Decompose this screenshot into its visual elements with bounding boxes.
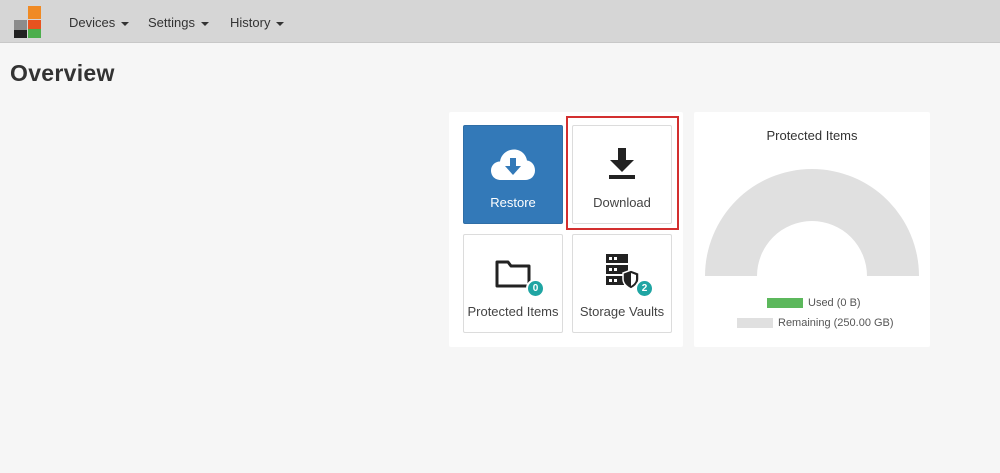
storage-vaults-button[interactable]: 2 Storage Vaults: [572, 234, 672, 333]
nav-devices-label: Devices: [69, 15, 116, 30]
storage-vaults-label: Storage Vaults: [579, 304, 665, 319]
caret-down-icon: [276, 21, 285, 26]
protected-items-label: Protected Items: [467, 304, 559, 319]
legend-used-label: Used (0 B): [808, 297, 861, 309]
download-arrow-icon: [609, 148, 635, 179]
legend-used-swatch: [767, 298, 803, 309]
nav-history-label: History: [230, 15, 271, 30]
gauge-remaining-slice: [705, 169, 919, 276]
protected-items-button[interactable]: 0 Protected Items: [463, 234, 563, 333]
nav-settings-label: Settings: [148, 15, 195, 30]
nav-devices-menu[interactable]: Devices: [69, 0, 130, 43]
nav-history-menu[interactable]: History: [230, 0, 285, 43]
download-label: Download: [593, 195, 651, 210]
download-button[interactable]: Download: [572, 125, 672, 224]
chart-title: Protected Items: [766, 128, 858, 143]
nav-settings-menu[interactable]: Settings: [148, 0, 209, 43]
caret-down-icon: [121, 21, 130, 26]
cloud-download-icon: [491, 149, 535, 180]
legend-remaining: Remaining (250.00 GB): [737, 317, 894, 329]
page-title: Overview: [10, 60, 115, 86]
legend-used: Used (0 B): [767, 297, 861, 309]
restore-label: Restore: [490, 195, 536, 210]
legend-remaining-swatch: [737, 318, 773, 329]
folder-icon: [495, 260, 531, 288]
caret-down-icon: [200, 21, 209, 26]
storage-vaults-count-badge: 2: [635, 279, 654, 298]
storage-usage-gauge: [705, 169, 919, 276]
protected-items-count-badge: 0: [526, 279, 545, 298]
restore-button[interactable]: Restore: [463, 125, 563, 224]
legend-remaining-label: Remaining (250.00 GB): [778, 317, 894, 329]
top-navbar: Devices Settings History: [0, 0, 1000, 43]
app-logo-icon[interactable]: [13, 6, 43, 38]
